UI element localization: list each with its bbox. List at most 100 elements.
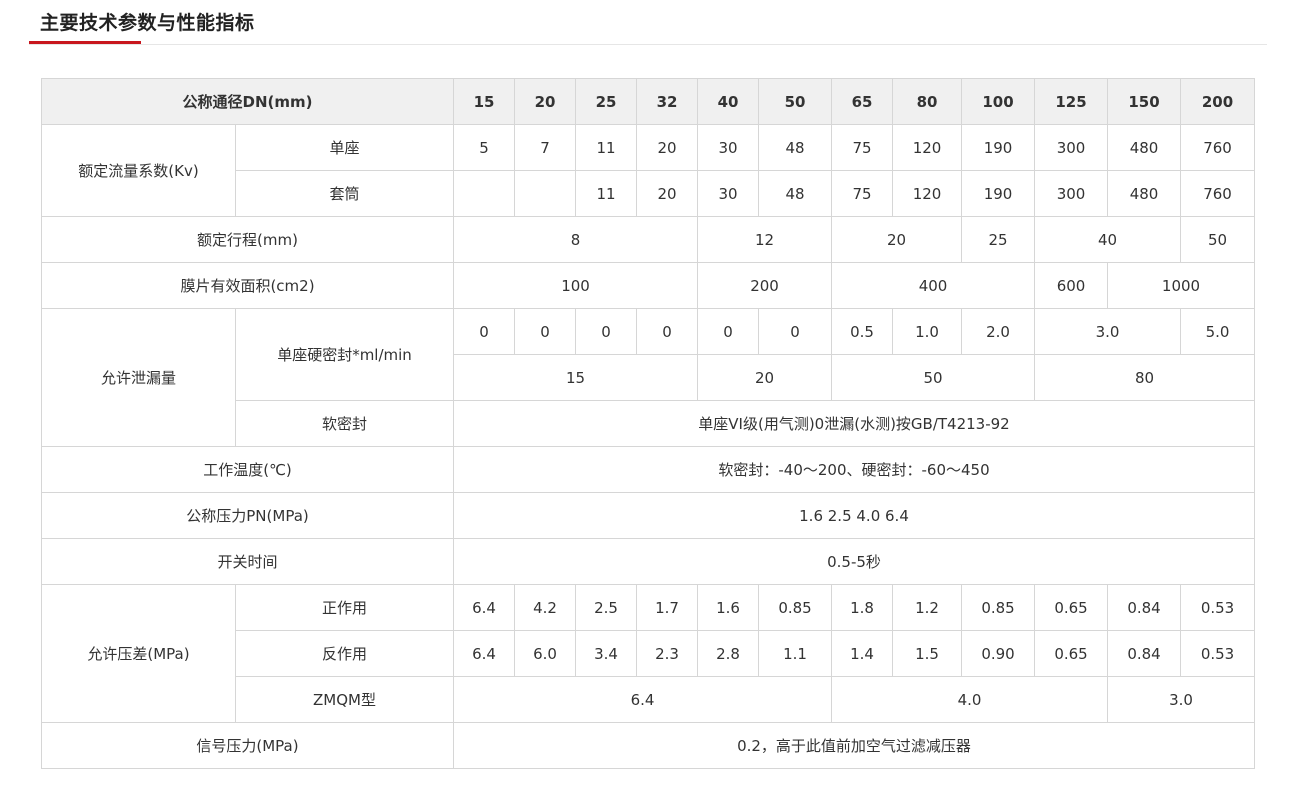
- temp-value: 软密封：-40～200、硬密封：-60～450: [453, 446, 1256, 493]
- table-row: 公称压力PN(MPa) 1.6 2.5 4.0 6.4: [40, 492, 1256, 539]
- dn-65: 65: [831, 78, 894, 125]
- leak-hard-value: 0: [758, 308, 833, 355]
- stroke-value: 8: [453, 216, 699, 263]
- section-title: 主要技术参数与性能指标: [40, 12, 255, 34]
- table-row: 工作温度(℃) 软密封：-40～200、硬密封：-60～450: [40, 446, 1256, 493]
- dp-forward-value: 1.6: [697, 584, 760, 631]
- dp-reverse-value: 0.90: [961, 630, 1036, 677]
- stroke-value: 50: [1180, 216, 1256, 263]
- dp-reverse-value: 3.4: [575, 630, 638, 677]
- leak-hard-value: 3.0: [1034, 308, 1182, 355]
- leak-hard-value: 1.0: [892, 308, 963, 355]
- dp-forward-value: 1.2: [892, 584, 963, 631]
- kv-single-value: 48: [758, 124, 833, 171]
- dp-forward-value: 4.2: [514, 584, 577, 631]
- title-underline: [29, 41, 141, 44]
- kv-sleeve-value: 11: [575, 170, 638, 217]
- dp-reverse-value: 6.4: [453, 630, 516, 677]
- stroke-value: 12: [697, 216, 833, 263]
- dp-forward-value: 0.65: [1034, 584, 1109, 631]
- dp-zmqm-value: 3.0: [1107, 676, 1256, 723]
- dn-25: 25: [575, 78, 638, 125]
- dp-reverse-value: 2.3: [636, 630, 699, 677]
- dn-125: 125: [1034, 78, 1109, 125]
- kv-sleeve-label: 套筒: [234, 170, 455, 217]
- dp-reverse-value: 2.8: [697, 630, 760, 677]
- leak-hard-value: 5.0: [1180, 308, 1256, 355]
- dp-reverse-value: 0.84: [1107, 630, 1182, 677]
- spec-table: 公称通径DN(mm) 15 20 25 32 40 50 65 80 100 1…: [40, 78, 1256, 769]
- leak-hard-value: 15: [453, 354, 699, 401]
- table-row: 开关时间 0.5-5秒: [40, 538, 1256, 585]
- dp-forward-value: 0.85: [758, 584, 833, 631]
- dn-label: 公称通径DN(mm): [40, 78, 455, 125]
- leak-hard-value: 20: [697, 354, 833, 401]
- dp-reverse-value: 1.5: [892, 630, 963, 677]
- stroke-value: 25: [961, 216, 1036, 263]
- table-row: 公称通径DN(mm) 15 20 25 32 40 50 65 80 100 1…: [40, 78, 1256, 125]
- dn-40: 40: [697, 78, 760, 125]
- stroke-value: 40: [1034, 216, 1182, 263]
- leak-soft-value: 单座VI级(用气测)0泄漏(水测)按GB/T4213-92: [453, 400, 1256, 447]
- kv-sleeve-value: 20: [636, 170, 699, 217]
- kv-label: 额定流量系数(Kv): [41, 124, 236, 217]
- dn-200: 200: [1180, 78, 1256, 125]
- dp-reverse-value: 1.1: [758, 630, 833, 677]
- table-row: 信号压力(MPa) 0.2，高于此值前加空气过滤减压器: [40, 722, 1256, 769]
- dp-forward-label: 正作用: [234, 584, 455, 631]
- area-value: 1000: [1107, 262, 1256, 309]
- leak-hard-value: 0: [636, 308, 699, 355]
- kv-sleeve-value: 30: [697, 170, 760, 217]
- kv-single-value: 11: [575, 124, 638, 171]
- area-value: 200: [697, 262, 833, 309]
- stroke-label: 额定行程(mm): [40, 216, 455, 263]
- dp-zmqm-value: 6.4: [453, 676, 833, 723]
- temp-label: 工作温度(℃): [40, 446, 455, 493]
- dp-reverse-value: 0.65: [1034, 630, 1109, 677]
- area-value: 600: [1034, 262, 1109, 309]
- empty-cell: [514, 170, 577, 217]
- dp-reverse-value: 1.4: [831, 630, 894, 677]
- switch-time-value: 0.5-5秒: [453, 538, 1256, 585]
- dn-150: 150: [1107, 78, 1182, 125]
- kv-sleeve-value: 300: [1034, 170, 1109, 217]
- table-row: 额定行程(mm) 8 12 20 25 40 50: [40, 216, 1256, 263]
- table-row: 膜片有效面积(cm2) 100 200 400 600 1000: [40, 262, 1256, 309]
- pressure-label: 公称压力PN(MPa): [40, 492, 455, 539]
- dp-forward-value: 1.7: [636, 584, 699, 631]
- section-header: 主要技术参数与性能指标: [29, 0, 1267, 45]
- dp-forward-value: 2.5: [575, 584, 638, 631]
- switch-time-label: 开关时间: [40, 538, 455, 585]
- kv-single-value: 760: [1180, 124, 1256, 171]
- stroke-value: 20: [831, 216, 963, 263]
- kv-single-value: 7: [514, 124, 577, 171]
- kv-sleeve-value: 48: [758, 170, 833, 217]
- dp-reverse-value: 0.53: [1180, 630, 1256, 677]
- dp-forward-value: 1.8: [831, 584, 894, 631]
- leak-hard-value: 0: [514, 308, 577, 355]
- kv-single-value: 30: [697, 124, 760, 171]
- dp-reverse-value: 6.0: [514, 630, 577, 677]
- dn-32: 32: [636, 78, 699, 125]
- kv-sleeve-value: 120: [892, 170, 963, 217]
- leak-hard-value: 0: [697, 308, 760, 355]
- dn-100: 100: [961, 78, 1036, 125]
- table-row: 额定流量系数(Kv) 单座 5 7 11 20 30 48 75 120 190…: [41, 124, 1256, 217]
- dp-forward-value: 6.4: [453, 584, 516, 631]
- kv-single-value: 75: [831, 124, 894, 171]
- kv-single-label: 单座: [234, 124, 455, 171]
- leak-hard-value: 2.0: [961, 308, 1036, 355]
- signal-value: 0.2，高于此值前加空气过滤减压器: [453, 722, 1256, 769]
- kv-single-value: 120: [892, 124, 963, 171]
- dn-80: 80: [892, 78, 963, 125]
- area-label: 膜片有效面积(cm2): [40, 262, 455, 309]
- dn-20: 20: [514, 78, 577, 125]
- leak-hard-value: 80: [1034, 354, 1256, 401]
- area-value: 100: [453, 262, 699, 309]
- signal-label: 信号压力(MPa): [40, 722, 455, 769]
- leak-hard-value: 0.5: [831, 308, 894, 355]
- leak-hard-value: 0: [453, 308, 516, 355]
- leak-hard-label: 单座硬密封*ml/min: [234, 308, 455, 401]
- dp-reverse-label: 反作用: [234, 630, 455, 677]
- kv-single-value: 190: [961, 124, 1036, 171]
